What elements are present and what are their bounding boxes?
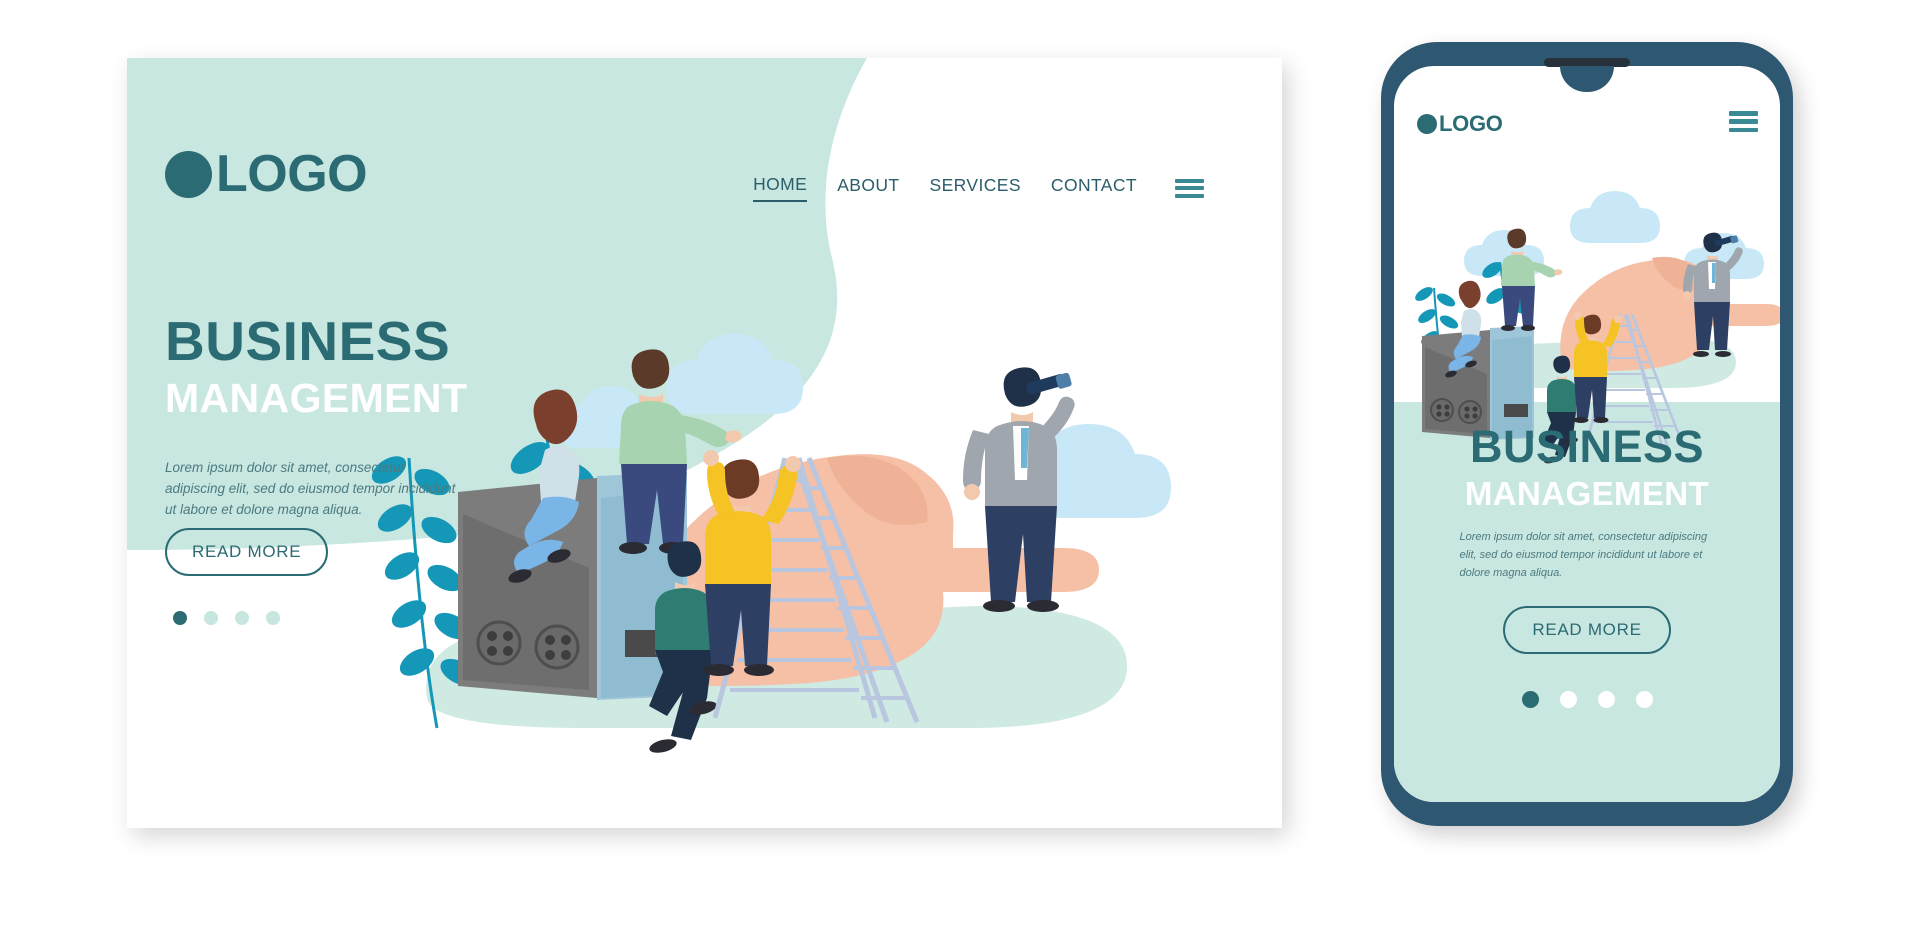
hamburger-bar (1729, 119, 1758, 124)
desktop-logo[interactable]: LOGO (165, 145, 368, 203)
nav-item-about[interactable]: ABOUT (837, 175, 899, 201)
hero-paragraph: Lorem ipsum dolor sit amet, consectetur … (165, 460, 456, 517)
hamburger-bar (1729, 111, 1758, 116)
carousel-dot[interactable] (1597, 691, 1615, 708)
character-woman-sitting (1445, 280, 1482, 378)
desktop-hero-copy: BUSINESS MANAGEMENT Lorem ipsum dolor si… (165, 313, 585, 521)
carousel-dot[interactable] (235, 611, 249, 625)
carousel-dot[interactable] (1521, 691, 1539, 708)
carousel-dot[interactable] (266, 611, 280, 625)
logo-text: LOGO (1439, 111, 1503, 136)
carousel-dot[interactable] (1559, 691, 1577, 708)
nav-item-home[interactable]: HOME (753, 174, 808, 202)
hamburger-bar (1175, 186, 1204, 190)
phone-hero-copy: BUSINESS MANAGEMENT Lorem ipsum dolor si… (1394, 421, 1780, 582)
phone-cta-wrap: READ MORE (1394, 606, 1780, 654)
screenshot-stage: LOGO HOME ABOUT SERVICES CONTACT BUSINES… (0, 0, 1920, 928)
hamburger-bar (1175, 193, 1204, 198)
phone-camera-icon (1578, 72, 1596, 89)
character-man-pointing (1501, 228, 1563, 331)
hamburger-menu-icon[interactable] (1175, 178, 1204, 198)
hamburger-menu-icon[interactable] (1729, 111, 1758, 132)
carousel-dot[interactable] (204, 611, 218, 625)
phone-carousel-dots (1394, 691, 1780, 708)
carousel-dot[interactable] (173, 611, 187, 625)
hamburger-bar (1729, 127, 1758, 132)
phone-mockup-frame: LOGO BUSINESS MANAGEMENT Lorem ipsum dol… (1381, 42, 1793, 826)
circle-dot-icon (165, 150, 212, 198)
desktop-carousel-dots (173, 611, 280, 625)
circle-dot-icon (1417, 114, 1437, 134)
page-title-primary: BUSINESS (1469, 421, 1705, 472)
page-title-secondary: MANAGEMENT (165, 375, 468, 422)
carousel-dot[interactable] (1635, 691, 1653, 708)
nav-item-contact[interactable]: CONTACT (1051, 175, 1137, 201)
page-title-secondary: MANAGEMENT (1464, 474, 1710, 512)
hamburger-bar (1175, 178, 1204, 183)
read-more-button[interactable]: READ MORE (165, 528, 329, 576)
phone-screen: LOGO BUSINESS MANAGEMENT Lorem ipsum dol… (1394, 66, 1780, 802)
hero-paragraph: Lorem ipsum dolor sit amet, consectetur … (1459, 531, 1708, 579)
phone-logo[interactable]: LOGO (1417, 113, 1503, 135)
read-more-button[interactable]: READ MORE (1503, 606, 1671, 654)
page-title-primary: BUSINESS (165, 310, 451, 372)
desktop-cta-wrap: READ MORE (165, 528, 329, 576)
desktop-mockup-card: LOGO HOME ABOUT SERVICES CONTACT BUSINES… (127, 58, 1282, 828)
nav-item-services[interactable]: SERVICES (930, 175, 1021, 201)
panel-slot (1504, 404, 1528, 417)
desktop-navigation: HOME ABOUT SERVICES CONTACT (753, 174, 1204, 202)
logo-text: LOGO (216, 145, 368, 203)
